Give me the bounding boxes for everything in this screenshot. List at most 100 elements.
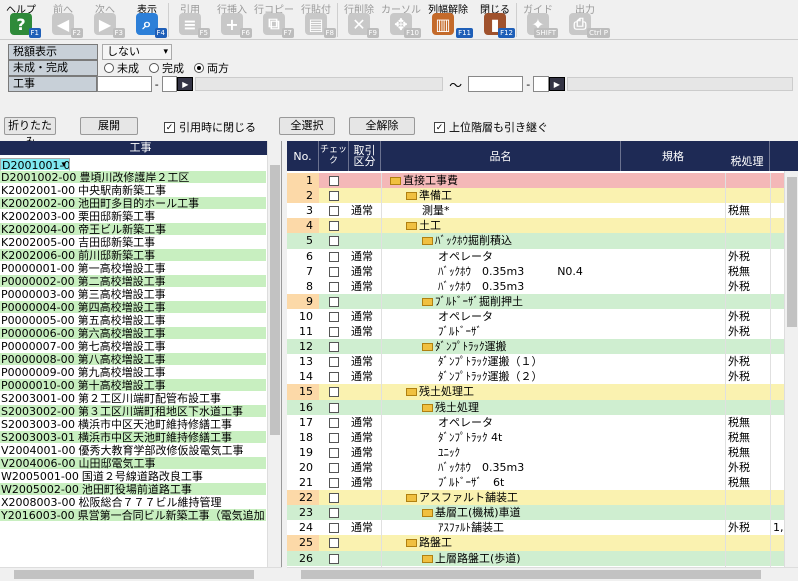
row-checkbox[interactable] (329, 357, 339, 368)
row-checkbox[interactable] (329, 266, 339, 277)
project-row[interactable]: V2004001-00 優秀大教育学部改修仮設電気工事 (0, 444, 266, 457)
project-row[interactable]: K2002001-00 中央駅南新築工事 (0, 184, 266, 197)
row-check-cell[interactable] (319, 490, 349, 506)
item-row[interactable]: 25 路盤工 (287, 535, 784, 552)
col-header-extra[interactable] (770, 141, 798, 171)
row-check-cell[interactable] (319, 415, 349, 431)
row-check-cell[interactable] (319, 551, 349, 567)
project-row[interactable]: X2008003-00 松阪総合７７７ビル維持管理 (0, 496, 266, 509)
col-header-tax[interactable]: 税処理 (725, 141, 770, 171)
scroll-thumb[interactable] (14, 570, 254, 579)
toolbar-button-help[interactable]: ヘルプ? F1 (0, 0, 42, 40)
row-check-cell[interactable] (319, 339, 349, 355)
toolbar-button-delete-row[interactable]: 行削除 ✕ F9 (338, 0, 380, 40)
tax-display-select[interactable]: しない (102, 44, 172, 60)
row-checkbox[interactable] (329, 251, 339, 262)
row-checkbox[interactable] (329, 311, 339, 322)
toolbar-button-cursor[interactable]: カーソル ✥ F10 (380, 0, 422, 40)
item-row[interactable]: 9 ﾌﾞﾙﾄﾞｰｻﾞ掘削押土 (287, 293, 784, 310)
col-header-spec[interactable]: 規格 (621, 141, 725, 171)
item-row[interactable]: 21 通常 ﾌﾞﾙﾄﾞｰｻﾞ 6t 税無 (287, 475, 784, 491)
row-checkbox[interactable] (329, 327, 339, 337)
item-row[interactable]: 24 通常 ｱｽﾌｧﾙﾄ舗装工 外税 1, (287, 520, 784, 537)
toolbar-button-arrow-left[interactable]: 前へ ◀ F2 (42, 0, 84, 40)
project-row[interactable]: P0000005-00 第五高校増設工事 (0, 314, 266, 327)
expand-button[interactable]: 展開 (80, 117, 138, 135)
row-check-cell[interactable] (319, 400, 349, 416)
project-row[interactable]: W2005002-00 池田町役場前道路工事 (0, 483, 266, 496)
toolbar-button-arrow-right[interactable]: 次へ ▶ F3 (84, 0, 126, 40)
row-checkbox[interactable] (329, 191, 339, 202)
row-check-cell[interactable] (319, 354, 349, 370)
row-checkbox[interactable] (329, 493, 339, 504)
item-row[interactable]: 26 上層路盤工(歩道) (287, 550, 784, 567)
toolbar-button-copy-row[interactable]: 行コピー ⧉ F7 (253, 0, 295, 40)
row-checkbox[interactable] (329, 508, 339, 519)
col-header-no[interactable]: No. (287, 141, 319, 171)
project-row[interactable]: P0000002-00 第二高校増設工事 (0, 275, 266, 288)
item-row[interactable]: 13 通常 ﾀﾞﾝﾌﾟﾄﾗｯｸ運搬（１） 外税 (287, 354, 784, 371)
item-row[interactable]: 3 通常 測量* 税無 (287, 203, 784, 220)
row-check-cell[interactable] (319, 279, 349, 295)
item-row[interactable]: 14 通常 ﾀﾞﾝﾌﾟﾄﾗｯｸ運搬（２） 外税 (287, 369, 784, 386)
select-all-button[interactable]: 全選択 (279, 117, 335, 135)
project-row[interactable]: K2002006-00 前川邸新築工事 (0, 249, 266, 262)
toolbar-button-quote[interactable]: 引用 ≡ F5 (169, 0, 211, 40)
item-row[interactable]: 5 ﾊﾞｯｸﾎｳ掘削積込 (287, 233, 784, 250)
row-checkbox[interactable] (329, 372, 339, 383)
project-row[interactable]: P0000009-00 第九高校増設工事 (0, 366, 266, 379)
project-from-branch-input[interactable] (161, 76, 178, 92)
collapse-button[interactable]: 折りたたみ (4, 117, 56, 148)
row-checkbox[interactable] (329, 236, 339, 247)
left-horizontal-scrollbar[interactable] (0, 567, 282, 581)
row-checkbox[interactable] (329, 417, 339, 428)
project-row[interactable]: P0000003-00 第三高校増設工事 (0, 288, 266, 301)
project-row[interactable]: D2001002-00 豊頃川改修護岸２工区 (0, 171, 266, 184)
item-row[interactable]: 19 通常 ﾕﾆｯｸ 税無 (287, 444, 784, 461)
project-row[interactable]: P0000008-00 第八高校増設工事 (0, 353, 266, 366)
deselect-all-button[interactable]: 全解除 (349, 117, 415, 135)
checkbox-box[interactable]: ✓ (434, 121, 445, 133)
item-row[interactable]: 10 通常 オペレータ 外税 (287, 308, 784, 325)
row-check-cell[interactable] (319, 535, 349, 551)
row-checkbox[interactable] (329, 402, 339, 413)
row-check-cell[interactable] (319, 520, 349, 536)
row-checkbox[interactable] (329, 281, 339, 292)
item-row[interactable]: 18 通常 ﾀﾞﾝﾌﾟﾄﾗｯｸ 4t 税無 (287, 429, 784, 446)
row-check-cell[interactable] (319, 505, 349, 521)
toolbar-button-magnifier[interactable]: 表示 ⌕ F4 (126, 0, 168, 40)
row-checkbox[interactable] (329, 221, 339, 232)
row-check-cell[interactable] (319, 294, 349, 310)
item-row[interactable]: 20 通常 ﾊﾞｯｸﾎｳ 0.35m3 外税 (287, 459, 784, 476)
toolbar-button-printer[interactable]: 出力 ⎙ Ctrl P (559, 0, 611, 40)
toolbar-button-column-width[interactable]: 列幅解除 ▥ F11 (422, 0, 474, 40)
row-checkbox[interactable] (329, 432, 339, 443)
row-checkbox[interactable] (329, 462, 339, 473)
row-check-cell[interactable] (319, 218, 349, 234)
row-check-cell[interactable] (319, 324, 349, 340)
row-check-cell[interactable] (319, 188, 349, 204)
project-row[interactable]: K2002002-00 池田町多目的ホール工事 (0, 197, 266, 210)
scroll-thumb[interactable] (787, 177, 797, 327)
item-row[interactable]: 17 通常 オペレータ 税無 (287, 414, 784, 431)
row-checkbox[interactable] (329, 176, 339, 186)
radio-circle[interactable] (104, 63, 114, 73)
upper-levels-checkbox[interactable]: ✓ 上位階層も引き継ぐ (434, 119, 548, 135)
project-row[interactable]: P0000010-00 第十高校増設工事 (0, 379, 266, 392)
row-checkbox[interactable] (329, 206, 339, 217)
search-to-button[interactable]: ▶ (548, 77, 565, 91)
col-header-name[interactable]: 品名 (381, 141, 621, 171)
project-row[interactable]: S2003002-00 第３工区川端町租地区下水道工事 (0, 405, 266, 418)
col-header-check[interactable]: チェック (319, 141, 349, 171)
toolbar-button-insert-row[interactable]: 行挿入 + F6 (211, 0, 253, 40)
item-row[interactable]: 4 土工 (287, 218, 784, 235)
radio-both[interactable]: 両方 (194, 60, 229, 76)
row-check-cell[interactable] (319, 475, 349, 491)
row-checkbox[interactable] (329, 296, 339, 307)
row-checkbox[interactable] (329, 447, 339, 458)
project-row[interactable]: K2002003-00 栗田邸新築工事 (0, 210, 266, 223)
scroll-thumb[interactable] (270, 165, 280, 435)
row-check-cell[interactable] (319, 369, 349, 385)
row-check-cell[interactable] (319, 384, 349, 400)
item-row[interactable]: 2 準備工 (287, 188, 784, 205)
